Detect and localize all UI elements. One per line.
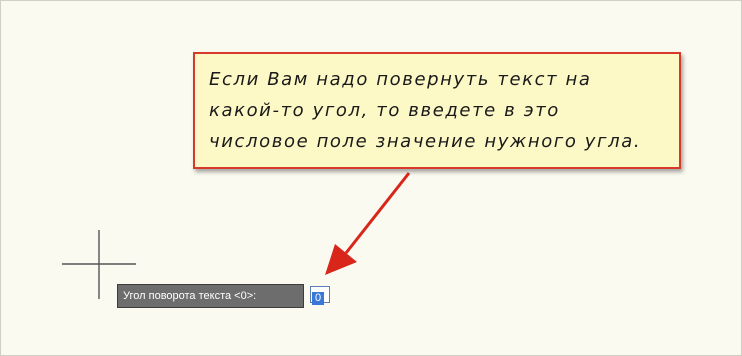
callout-text-line-3: числовое поле значение нужного угла. — [209, 131, 642, 152]
rotation-angle-prompt-label: Угол поворота текста <0>: — [117, 284, 304, 308]
rotation-angle-value: 0 — [312, 292, 325, 305]
callout-text-line-2: какой-то угол, то введете в это — [209, 100, 560, 121]
rotation-angle-input[interactable]: 0 — [310, 286, 330, 305]
drawing-canvas[interactable]: Если Вам надо повернуть текст на какой-т… — [0, 0, 742, 356]
instruction-callout: Если Вам надо повернуть текст на какой-т… — [193, 52, 681, 169]
red-arrow-icon — [325, 172, 411, 275]
callout-text-line-1: Если Вам надо повернуть текст на — [209, 69, 592, 90]
